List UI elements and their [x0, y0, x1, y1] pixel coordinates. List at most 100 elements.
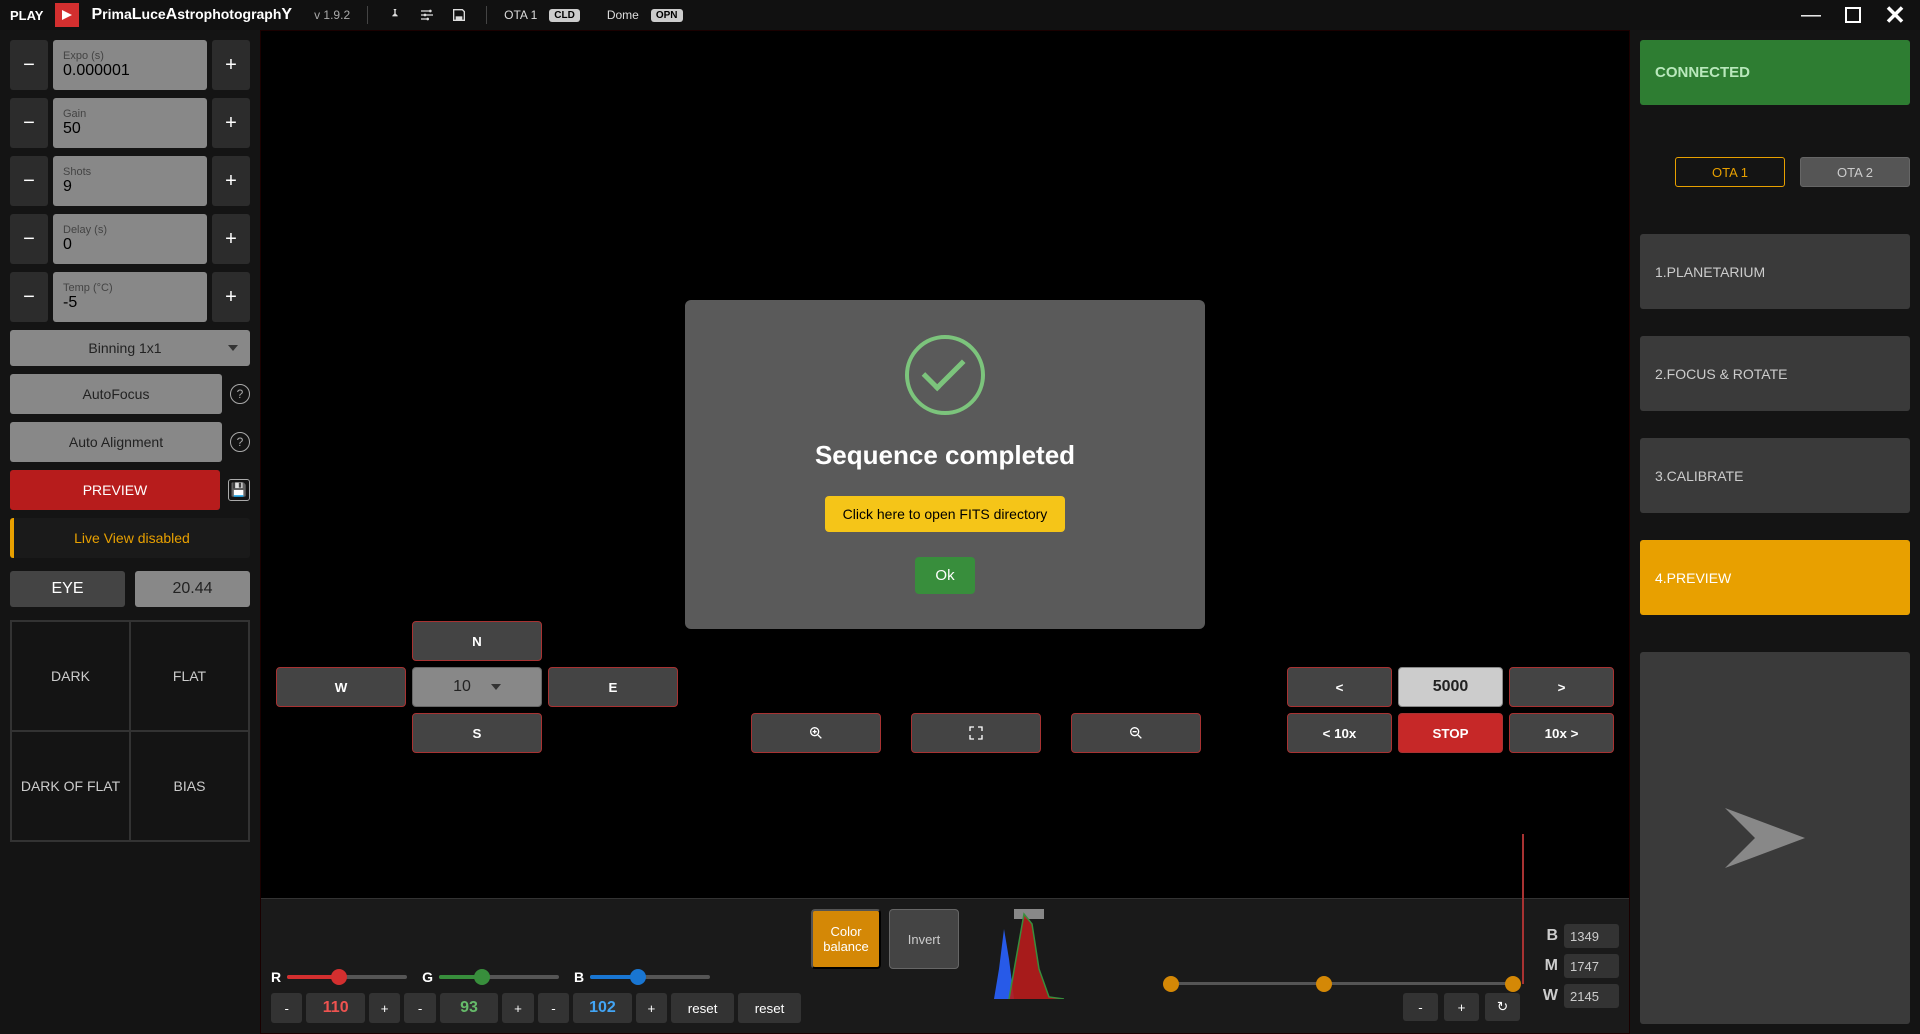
step-preview[interactable]: 4.PREVIEW	[1640, 540, 1910, 615]
r-slider: R	[271, 969, 407, 985]
gain-decrement[interactable]: −	[10, 98, 48, 148]
binning-value: Binning 1x1	[88, 340, 161, 356]
rgb-reset2-button[interactable]: reset	[738, 993, 801, 1023]
info-icon[interactable]: ?	[230, 432, 250, 452]
dark-button[interactable]: DARK	[11, 621, 130, 731]
level-thumb-b[interactable]	[1163, 976, 1179, 992]
gain-field[interactable]: Gain 50	[53, 98, 207, 148]
step-value-input[interactable]: 5000	[1398, 667, 1503, 707]
play-label: PLAY	[10, 8, 43, 23]
g-inc[interactable]: +	[502, 993, 533, 1023]
zoom-row	[751, 713, 1201, 753]
ota1-tab[interactable]: OTA 1	[1675, 157, 1785, 187]
temp-stepper: − Temp (°C) -5 +	[10, 272, 250, 322]
west-button[interactable]: W	[276, 667, 406, 707]
stop-button[interactable]: STOP	[1398, 713, 1503, 753]
invert-button[interactable]: Invert	[889, 909, 959, 969]
level-reset[interactable]: ↻	[1485, 993, 1520, 1021]
minimize-button[interactable]: —	[1796, 0, 1826, 30]
south-button[interactable]: S	[412, 713, 542, 753]
shots-decrement[interactable]: −	[10, 156, 48, 206]
step-focus-rotate[interactable]: 2.FOCUS & ROTATE	[1640, 336, 1910, 411]
temp-field[interactable]: Temp (°C) -5	[53, 272, 207, 322]
checkmark-icon	[905, 335, 985, 415]
r-label: R	[271, 969, 281, 985]
info-icon[interactable]: ?	[230, 384, 250, 404]
zoom-out-button[interactable]	[1071, 713, 1201, 753]
r-slider-track[interactable]	[287, 975, 407, 979]
step-fwd-button[interactable]: >	[1509, 667, 1614, 707]
w-level-value[interactable]: 2145	[1564, 984, 1619, 1008]
expo-field[interactable]: Expo (s) 0.000001	[53, 40, 207, 90]
flat-button[interactable]: FLAT	[130, 621, 249, 731]
ota-status-badge: CLD	[549, 9, 580, 22]
fit-button[interactable]	[911, 713, 1041, 753]
g-dec[interactable]: -	[404, 993, 435, 1023]
gain-stepper: − Gain 50 +	[10, 98, 250, 148]
expo-increment[interactable]: +	[212, 40, 250, 90]
ota-status-label: OTA 1	[504, 8, 537, 22]
g-slider-track[interactable]	[439, 975, 559, 979]
expo-decrement[interactable]: −	[10, 40, 48, 90]
binning-select[interactable]: Binning 1x1	[10, 330, 250, 366]
level-track[interactable]	[1164, 982, 1520, 985]
b-inc[interactable]: +	[636, 993, 667, 1023]
liveview-button[interactable]: Live View disabled	[10, 518, 250, 558]
step-fwd10-button[interactable]: 10x >	[1509, 713, 1614, 753]
temp-increment[interactable]: +	[212, 272, 250, 322]
pin-icon[interactable]	[385, 5, 405, 25]
sequence-complete-modal: Sequence completed Click here to open FI…	[685, 300, 1205, 629]
shots-label: Shots	[63, 166, 197, 178]
b-level-value[interactable]: 1349	[1564, 924, 1619, 948]
ota2-tab[interactable]: OTA 2	[1800, 157, 1910, 187]
temp-decrement[interactable]: −	[10, 272, 48, 322]
zoom-in-button[interactable]	[751, 713, 881, 753]
level-thumb-m[interactable]	[1316, 976, 1332, 992]
preview-button[interactable]: PREVIEW	[10, 470, 220, 510]
r-inc[interactable]: +	[369, 993, 400, 1023]
eye-label: EYE	[10, 571, 125, 607]
ok-button[interactable]: Ok	[915, 557, 974, 594]
gain-increment[interactable]: +	[212, 98, 250, 148]
b-dec[interactable]: -	[538, 993, 569, 1023]
titlebar: PLAY PrimaLuceAstrophotographY v 1.9.2 O…	[0, 0, 1920, 30]
image-area[interactable]: N W 10 E S < 5000 > < 10x	[261, 31, 1629, 898]
maximize-button[interactable]	[1838, 0, 1868, 30]
delay-increment[interactable]: +	[212, 214, 250, 264]
separator	[367, 6, 368, 24]
close-button[interactable]: ✕	[1880, 0, 1910, 30]
shots-increment[interactable]: +	[212, 156, 250, 206]
east-button[interactable]: E	[548, 667, 678, 707]
m-level-value[interactable]: 1747	[1564, 954, 1619, 978]
save-icon[interactable]	[449, 5, 469, 25]
level-dec[interactable]: -	[1403, 993, 1438, 1021]
r-dec[interactable]: -	[271, 993, 302, 1023]
autofocus-button[interactable]: AutoFocus	[10, 374, 222, 414]
step-back-button[interactable]: <	[1287, 667, 1392, 707]
darkflat-button[interactable]: DARK OF FLAT	[11, 731, 130, 841]
sliders-icon[interactable]	[417, 5, 437, 25]
step-back10-button[interactable]: < 10x	[1287, 713, 1392, 753]
north-button[interactable]: N	[412, 621, 542, 661]
g-slider: G	[422, 969, 559, 985]
dome-status-label: Dome	[607, 8, 639, 22]
level-thumb-w[interactable]	[1505, 976, 1521, 992]
speed-value: 10	[453, 678, 471, 696]
b-slider-track[interactable]	[590, 975, 710, 979]
rgb-reset1-button[interactable]: reset	[671, 993, 734, 1023]
speed-select[interactable]: 10	[412, 667, 542, 707]
delay-decrement[interactable]: −	[10, 214, 48, 264]
step-planetarium[interactable]: 1.PLANETARIUM	[1640, 234, 1910, 309]
open-fits-button[interactable]: Click here to open FITS directory	[825, 496, 1066, 532]
save-preview-icon[interactable]: 💾	[228, 479, 250, 501]
color-balance-button[interactable]: Color balance	[811, 909, 881, 969]
big-play-button[interactable]	[1640, 652, 1910, 1024]
delay-field[interactable]: Delay (s) 0	[53, 214, 207, 264]
step-calibrate[interactable]: 3.CALIBRATE	[1640, 438, 1910, 513]
shots-field[interactable]: Shots 9	[53, 156, 207, 206]
autoalign-button[interactable]: Auto Alignment	[10, 422, 222, 462]
direction-pad: N W 10 E S	[276, 621, 678, 753]
level-inc[interactable]: +	[1444, 993, 1479, 1021]
bias-button[interactable]: BIAS	[130, 731, 249, 841]
delay-value: 0	[63, 236, 197, 254]
